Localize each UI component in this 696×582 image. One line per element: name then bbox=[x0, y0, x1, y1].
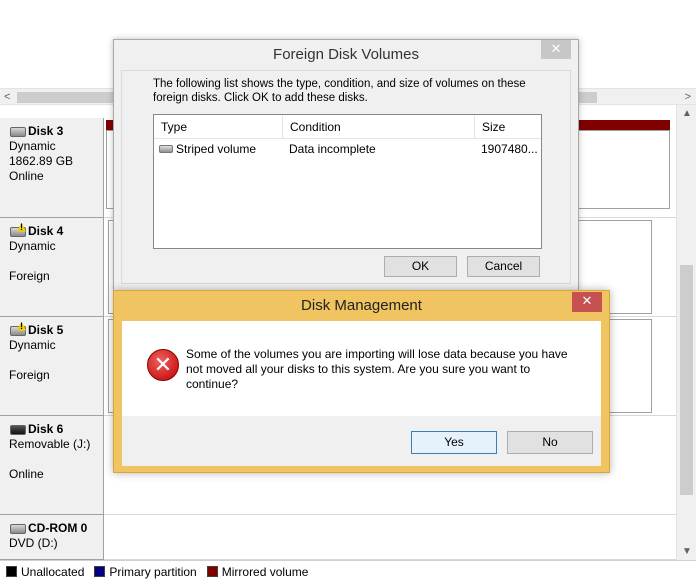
foreign-disk-icon bbox=[10, 226, 26, 237]
disk-name: Disk 5 bbox=[28, 323, 64, 337]
volume-type: Striped volume bbox=[176, 142, 257, 156]
cancel-button[interactable]: Cancel bbox=[467, 256, 540, 277]
disk-icon bbox=[10, 126, 26, 137]
disk-label-disk-6[interactable]: Disk 6 Removable (J:) Online bbox=[0, 416, 104, 515]
disk-name: Disk 6 bbox=[28, 422, 64, 436]
disk-row-cd-rom-0: CD-ROM 0 DVD (D:) bbox=[0, 515, 676, 560]
disk-type: Dynamic bbox=[9, 139, 56, 153]
yes-button[interactable]: Yes bbox=[411, 431, 497, 454]
legend-label: Primary partition bbox=[109, 564, 197, 579]
table-row[interactable]: Striped volume Data incomplete 1907480..… bbox=[154, 139, 541, 159]
disk-label-disk-4[interactable]: Disk 4 Dynamic Foreign bbox=[0, 218, 104, 317]
disk-name: CD-ROM 0 bbox=[28, 521, 88, 535]
disk-management-dialog: Disk Management ✕ ✕ Some of the volumes … bbox=[113, 290, 610, 473]
removable-disk-icon bbox=[10, 424, 26, 435]
close-icon[interactable]: ✕ bbox=[572, 292, 602, 312]
legend-label: Mirrored volume bbox=[221, 564, 309, 579]
foreign-disk-icon bbox=[10, 325, 26, 336]
legend-swatch bbox=[6, 566, 17, 577]
disk-type: Removable (J:) bbox=[9, 437, 91, 451]
disk-label-disk-5[interactable]: Disk 5 Dynamic Foreign bbox=[0, 317, 104, 416]
dialog-body: The following list shows the type, condi… bbox=[121, 70, 571, 284]
disk-name: Disk 3 bbox=[28, 124, 64, 138]
disk-size bbox=[9, 452, 103, 467]
disk-status: Online bbox=[9, 169, 44, 183]
disk-status: Foreign bbox=[9, 368, 50, 382]
disk-label-disk-3[interactable]: Disk 3 Dynamic 1862.89 GB Online bbox=[0, 118, 104, 218]
legend: Unallocated Primary partition Mirrored v… bbox=[0, 560, 696, 582]
disk-status: Foreign bbox=[9, 269, 50, 283]
volume-condition: Data incomplete bbox=[289, 142, 376, 156]
dialog-footer: Yes No bbox=[122, 416, 601, 466]
cdrom-icon bbox=[10, 523, 26, 534]
disk-type: Dynamic bbox=[9, 338, 56, 352]
volume-size: 1907480... bbox=[481, 142, 538, 156]
legend-item-mirrored-volume: Mirrored volume bbox=[206, 564, 309, 579]
legend-swatch bbox=[206, 566, 218, 577]
disk-size: 1862.89 GB bbox=[9, 154, 74, 168]
legend-swatch bbox=[94, 566, 106, 577]
column-header-type[interactable]: Type bbox=[154, 115, 283, 138]
disk-type: DVD (D:) bbox=[9, 536, 58, 550]
disk-label-cd-rom-0[interactable]: CD-ROM 0 DVD (D:) bbox=[0, 515, 104, 560]
disk-size bbox=[9, 353, 103, 368]
disk-name: Disk 4 bbox=[28, 224, 64, 238]
scroll-up-icon[interactable]: ▲ bbox=[682, 108, 692, 119]
volume-icon bbox=[159, 145, 173, 153]
volume-list-header: Type Condition Size bbox=[154, 115, 541, 139]
foreign-disk-volumes-dialog: Foreign Disk Volumes ✕ The following lis… bbox=[113, 39, 579, 291]
legend-item-unallocated: Unallocated bbox=[6, 565, 84, 579]
dialog-title: Disk Management bbox=[301, 297, 422, 314]
no-button[interactable]: No bbox=[507, 431, 593, 454]
disk-status: Online bbox=[9, 467, 44, 481]
dialog-description: The following list shows the type, condi… bbox=[153, 78, 526, 104]
disk-type: Dynamic bbox=[9, 239, 56, 253]
dialog-content: ✕ Some of the volumes you are importing … bbox=[122, 321, 601, 416]
close-icon[interactable]: ✕ bbox=[541, 40, 571, 59]
volume-list: Type Condition Size Striped volume Data … bbox=[153, 114, 542, 249]
legend-item-primary-partition: Primary partition bbox=[94, 564, 197, 579]
vertical-scrollbar[interactable]: ▲ ▼ bbox=[676, 105, 696, 560]
vertical-scroll-thumb[interactable] bbox=[680, 265, 693, 495]
scroll-left-icon[interactable]: < bbox=[4, 91, 10, 103]
disk-size bbox=[9, 254, 103, 269]
error-icon: ✕ bbox=[147, 349, 179, 381]
column-header-condition[interactable]: Condition bbox=[283, 115, 475, 138]
dialog-message: Some of the volumes you are importing wi… bbox=[186, 347, 568, 391]
scroll-right-icon[interactable]: > bbox=[685, 91, 691, 103]
legend-label: Unallocated bbox=[21, 564, 85, 579]
dialog-title: Foreign Disk Volumes bbox=[114, 40, 578, 69]
column-header-size[interactable]: Size bbox=[475, 115, 541, 138]
ok-button[interactable]: OK bbox=[384, 256, 457, 277]
scroll-down-icon[interactable]: ▼ bbox=[682, 546, 692, 557]
disk-volume-area bbox=[104, 515, 676, 560]
